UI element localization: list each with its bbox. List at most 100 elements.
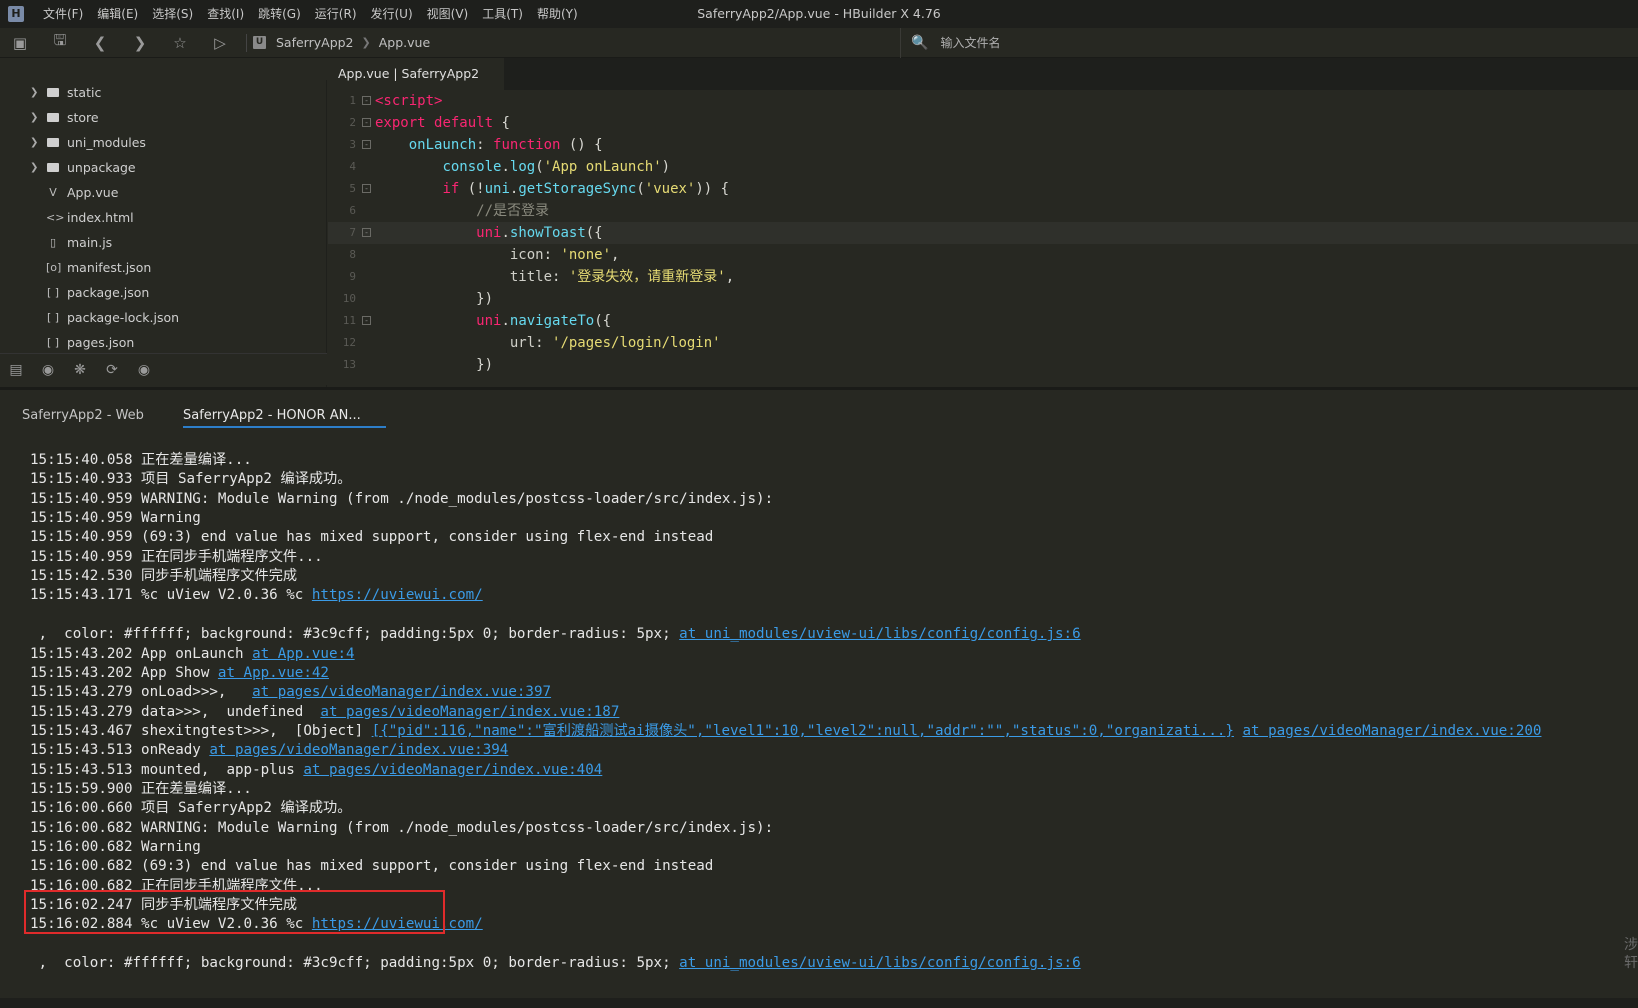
run-icon[interactable]: ▷ [200,28,240,58]
console-log-link[interactable]: at pages/videoManager/index.vue:404 [303,762,602,778]
tree-item[interactable]: [ ] package.json [0,280,326,305]
breadcrumb: U SaferryApp2 ❯ App.vue [253,35,430,50]
hbuilder-logo-icon[interactable]: H [8,6,24,22]
tree-item[interactable]: ❯ unpackage [0,155,326,180]
menu-bar: 文件(F) 编辑(E) 选择(S) 查找(I) 跳转(G) 运行(R) 发行(U) 视图(V)… [36,0,585,28]
tree-item[interactable]: ▯ main.js [0,230,326,255]
bookmark-star-icon[interactable]: ☆ [160,28,200,58]
console-log-text: 15:15:43.513 mounted, app-plus [30,761,304,778]
code-editor[interactable]: 1- <script> 2- export default { 3- onLaunc… [328,90,1638,387]
console-log-text: 15:15:40.959 WARNING: Module Warning (fr… [30,490,774,507]
console-tab-honor[interactable]: SaferryApp2 - HONOR AN... [183,404,386,428]
file-search: 🔍 [900,28,1638,58]
right-edge-text: 涉 轩 [1624,937,1638,971]
breadcrumb-file[interactable]: App.vue [379,35,430,50]
fold-toggle-icon[interactable]: - [362,118,371,127]
editor-tab-app-vue[interactable]: App.vue | SaferryApp2 [328,58,504,90]
console-log-line: 15:15:40.959 正在同步手机端程序文件... [30,547,323,567]
console-log-link[interactable]: at pages/videoManager/index.vue:397 [252,684,551,700]
console-log-link[interactable]: [{"pid":116,"name":"富利渡船测试ai摄像头","level1… [372,723,1234,739]
title-bar: H 文件(F) 编辑(E) 选择(S) 查找(I) 跳转(G) 运行(R) 发行(U) 视图(… [0,0,1638,28]
tree-item[interactable]: ❯ store [0,105,326,130]
chevron-right-icon: ❯ [361,36,371,49]
menu-item[interactable]: 运行(R) [308,0,364,28]
code-line: 10 }) [342,291,494,307]
menu-item[interactable]: 编辑(E) [90,0,145,28]
console-log-line: 15:15:43.513 mounted, app-plus at pages/… [30,760,602,780]
console-log-text: 15:15:43.171 %c uView V2.0.36 %c [30,587,312,604]
chevron-right-icon[interactable]: ❯ [30,87,38,98]
breadcrumb-project[interactable]: SaferryApp2 [276,35,354,50]
chevron-right-icon[interactable]: ❯ [30,162,38,173]
code-line-current: 7- uni.showToast({ [328,222,1638,244]
tree-item[interactable]: [ ] pages.json [0,330,326,355]
file-search-input[interactable] [940,36,1341,50]
console-log-link[interactable]: at uni_modules/uview-ui/libs/config/conf… [679,626,1080,642]
tree-item[interactable]: [o] manifest.json [0,255,326,280]
console-log-link[interactable]: at pages/videoManager/index.vue:394 [209,742,508,758]
source-control-icon[interactable]: ⟳ [96,362,128,378]
tree-item[interactable]: V App.vue [0,180,326,205]
plugin-icon[interactable]: ◉ [128,362,160,378]
menu-item[interactable]: 选择(S) [145,0,200,28]
search-binoculars-icon[interactable]: ◉ [32,362,64,378]
new-file-icon[interactable]: ▣ [0,28,40,58]
code-line: 9 title: '登录失效，请重新登录', [349,269,735,285]
save-icon[interactable]: 🖫 [40,28,80,58]
menu-item[interactable]: 视图(V) [420,0,476,28]
tree-item[interactable]: [ ] package-lock.json [0,305,326,330]
console-log-text: 15:15:43.279 data>>>, undefined [30,703,321,720]
console-log-link[interactable]: at pages/videoManager/index.vue:187 [320,704,619,720]
menu-item[interactable]: 工具(T) [475,0,530,28]
code-line: 2- export default { [349,115,510,131]
console-log-text: 15:16:00.660 项目 SaferryApp2 编译成功。 [30,800,352,817]
html-file-icon: <> [46,211,65,224]
tree-item-label: App.vue [67,185,119,200]
console-tab-web[interactable]: SaferryApp2 - Web [22,404,144,428]
menu-item[interactable]: 发行(U) [364,0,420,28]
code-line: 4 console.log('App onLaunch') [349,159,671,175]
console-log-link[interactable]: at App.vue:4 [252,646,355,662]
menu-item[interactable]: 帮助(Y) [530,0,585,28]
toolbar: ▣ 🖫 ❮ ❯ ☆ ▷ U SaferryApp2 ❯ App.vue 🔍 [0,28,1638,58]
back-icon[interactable]: ❮ [80,28,120,58]
explorer-icon[interactable]: ▤ [0,362,32,378]
chevron-right-icon[interactable]: ❯ [30,112,38,123]
tree-item[interactable]: ❯ static [0,80,326,105]
folder-icon [47,163,59,172]
console-log-link[interactable]: at uni_modules/uview-ui/libs/config/conf… [679,955,1080,971]
vue-file-icon: V [49,186,57,199]
console-log-text: 15:15:59.900 正在差量编译... [30,780,252,797]
tree-item-label: unpackage [67,160,136,175]
fold-toggle-icon[interactable]: - [362,228,371,237]
menu-item[interactable]: 跳转(G) [251,0,308,28]
chevron-right-icon[interactable]: ❯ [30,137,38,148]
fold-toggle-icon[interactable]: - [362,316,371,325]
console-log-line: , color: #ffffff; background: #3c9cff; p… [30,953,1081,973]
code-line: 8 icon: 'none', [349,247,620,263]
fold-toggle-icon[interactable]: - [362,140,371,149]
fold-toggle-icon[interactable]: - [362,96,371,105]
sidebar-bottom-bar: ▤ ◉ ❋ ⟳ ◉ [0,353,327,385]
console-log-link[interactable]: at App.vue:42 [218,665,329,681]
console-log-line: 15:15:43.202 App Show at App.vue:42 [30,663,329,683]
console-log-link[interactable]: at pages/videoManager/index.vue:200 [1242,723,1541,739]
code-line: 13 }) [342,357,494,373]
debug-bug-icon[interactable]: ❋ [64,362,96,378]
fold-toggle-icon[interactable]: - [362,184,371,193]
console-log-line: 15:15:43.513 onReady at pages/videoManag… [30,740,508,760]
tree-item[interactable]: <> index.html [0,205,326,230]
tree-item-label: package-lock.json [67,310,180,325]
console-log-line: 15:15:43.467 shexitngtest>>>, [Object] [… [30,721,1541,741]
console-log-text: 15:15:40.058 正在差量编译... [30,452,252,468]
forward-icon[interactable]: ❯ [120,28,160,58]
toolbar-divider [246,33,247,52]
tree-item[interactable]: ❯ uni_modules [0,130,326,155]
folder-icon [47,138,59,147]
menu-item[interactable]: 文件(F) [36,0,90,28]
json-file-icon: [ ] [46,286,60,299]
menu-item[interactable]: 查找(I) [200,0,251,28]
tree-item-label: store [67,110,99,125]
console-log-link[interactable]: https://uviewui.com/ [312,587,483,603]
console-log-line: 15:15:40.933 项目 SaferryApp2 编译成功。 [30,469,351,489]
